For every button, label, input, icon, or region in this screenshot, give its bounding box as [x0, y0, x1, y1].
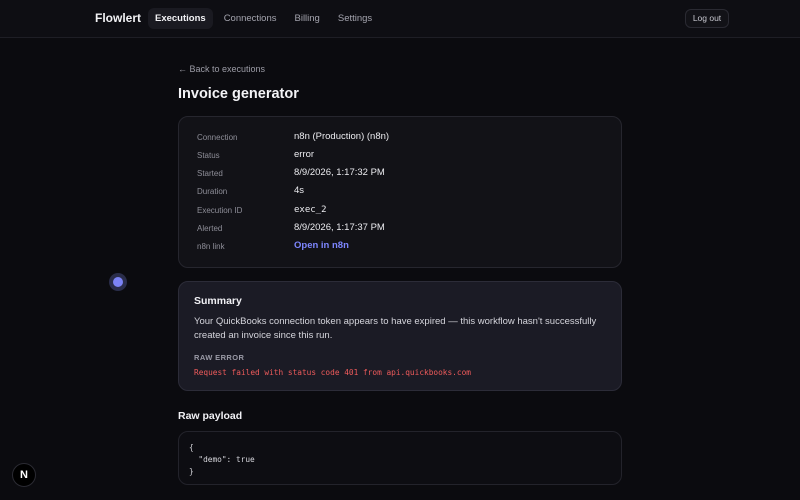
- raw-payload-block: { "demo": true }: [178, 431, 622, 485]
- detail-label: Status: [197, 151, 220, 160]
- detail-label: Started: [197, 169, 223, 178]
- raw-payload-code: { "demo": true }: [189, 443, 255, 476]
- raw-error-message: Request failed with status code 401 from…: [194, 368, 471, 377]
- logout-button[interactable]: Log out: [685, 9, 729, 28]
- detail-row-execution-id: Execution ID exec_2: [197, 204, 597, 218]
- detail-row-status: Status error: [197, 149, 597, 163]
- summary-title: Summary: [194, 295, 242, 307]
- back-to-executions-link[interactable]: ← Back to executions: [178, 64, 265, 74]
- nextjs-badge-icon[interactable]: N: [12, 463, 36, 487]
- detail-row-n8n-link: n8n link Open in n8n: [197, 240, 597, 254]
- summary-text: Your QuickBooks connection token appears…: [194, 316, 597, 341]
- page-title: Invoice generator: [178, 86, 299, 102]
- nav-executions[interactable]: Executions: [148, 8, 213, 29]
- connection-value: n8n (Production) (n8n): [294, 131, 390, 142]
- execution-details-card: Connection n8n (Production) (n8n) Status…: [178, 116, 622, 268]
- nav-settings[interactable]: Settings: [331, 8, 379, 29]
- detail-row-alerted: Alerted 8/9/2026, 1:17:37 PM: [197, 222, 597, 236]
- summary-card: Summary Your QuickBooks connection token…: [178, 281, 622, 391]
- status-dot-icon: [109, 273, 127, 291]
- raw-error-label: RAW ERROR: [194, 353, 245, 362]
- main-nav: Executions Connections Billing Settings: [148, 8, 379, 29]
- status-value: error: [294, 149, 315, 160]
- app-logo[interactable]: Flowlert: [95, 11, 141, 25]
- top-nav-bar: Flowlert Executions Connections Billing …: [0, 0, 800, 38]
- detail-row-started: Started 8/9/2026, 1:17:32 PM: [197, 167, 597, 181]
- detail-label: Execution ID: [197, 206, 243, 215]
- detail-label: n8n link: [197, 242, 225, 251]
- raw-payload-title: Raw payload: [178, 410, 243, 422]
- open-in-n8n-link[interactable]: Open in n8n: [294, 240, 349, 251]
- execution-id-value: exec_2: [294, 205, 327, 215]
- nav-billing[interactable]: Billing: [288, 8, 327, 29]
- detail-row-duration: Duration 4s: [197, 185, 597, 199]
- detail-label: Duration: [197, 187, 228, 196]
- started-value: 8/9/2026, 1:17:32 PM: [294, 167, 385, 178]
- alerted-value: 8/9/2026, 1:17:37 PM: [294, 222, 385, 233]
- detail-label: Connection: [197, 133, 238, 142]
- nav-connections[interactable]: Connections: [217, 8, 284, 29]
- detail-label: Alerted: [197, 224, 223, 233]
- duration-value: 4s: [294, 185, 305, 196]
- detail-row-connection: Connection n8n (Production) (n8n): [197, 131, 597, 145]
